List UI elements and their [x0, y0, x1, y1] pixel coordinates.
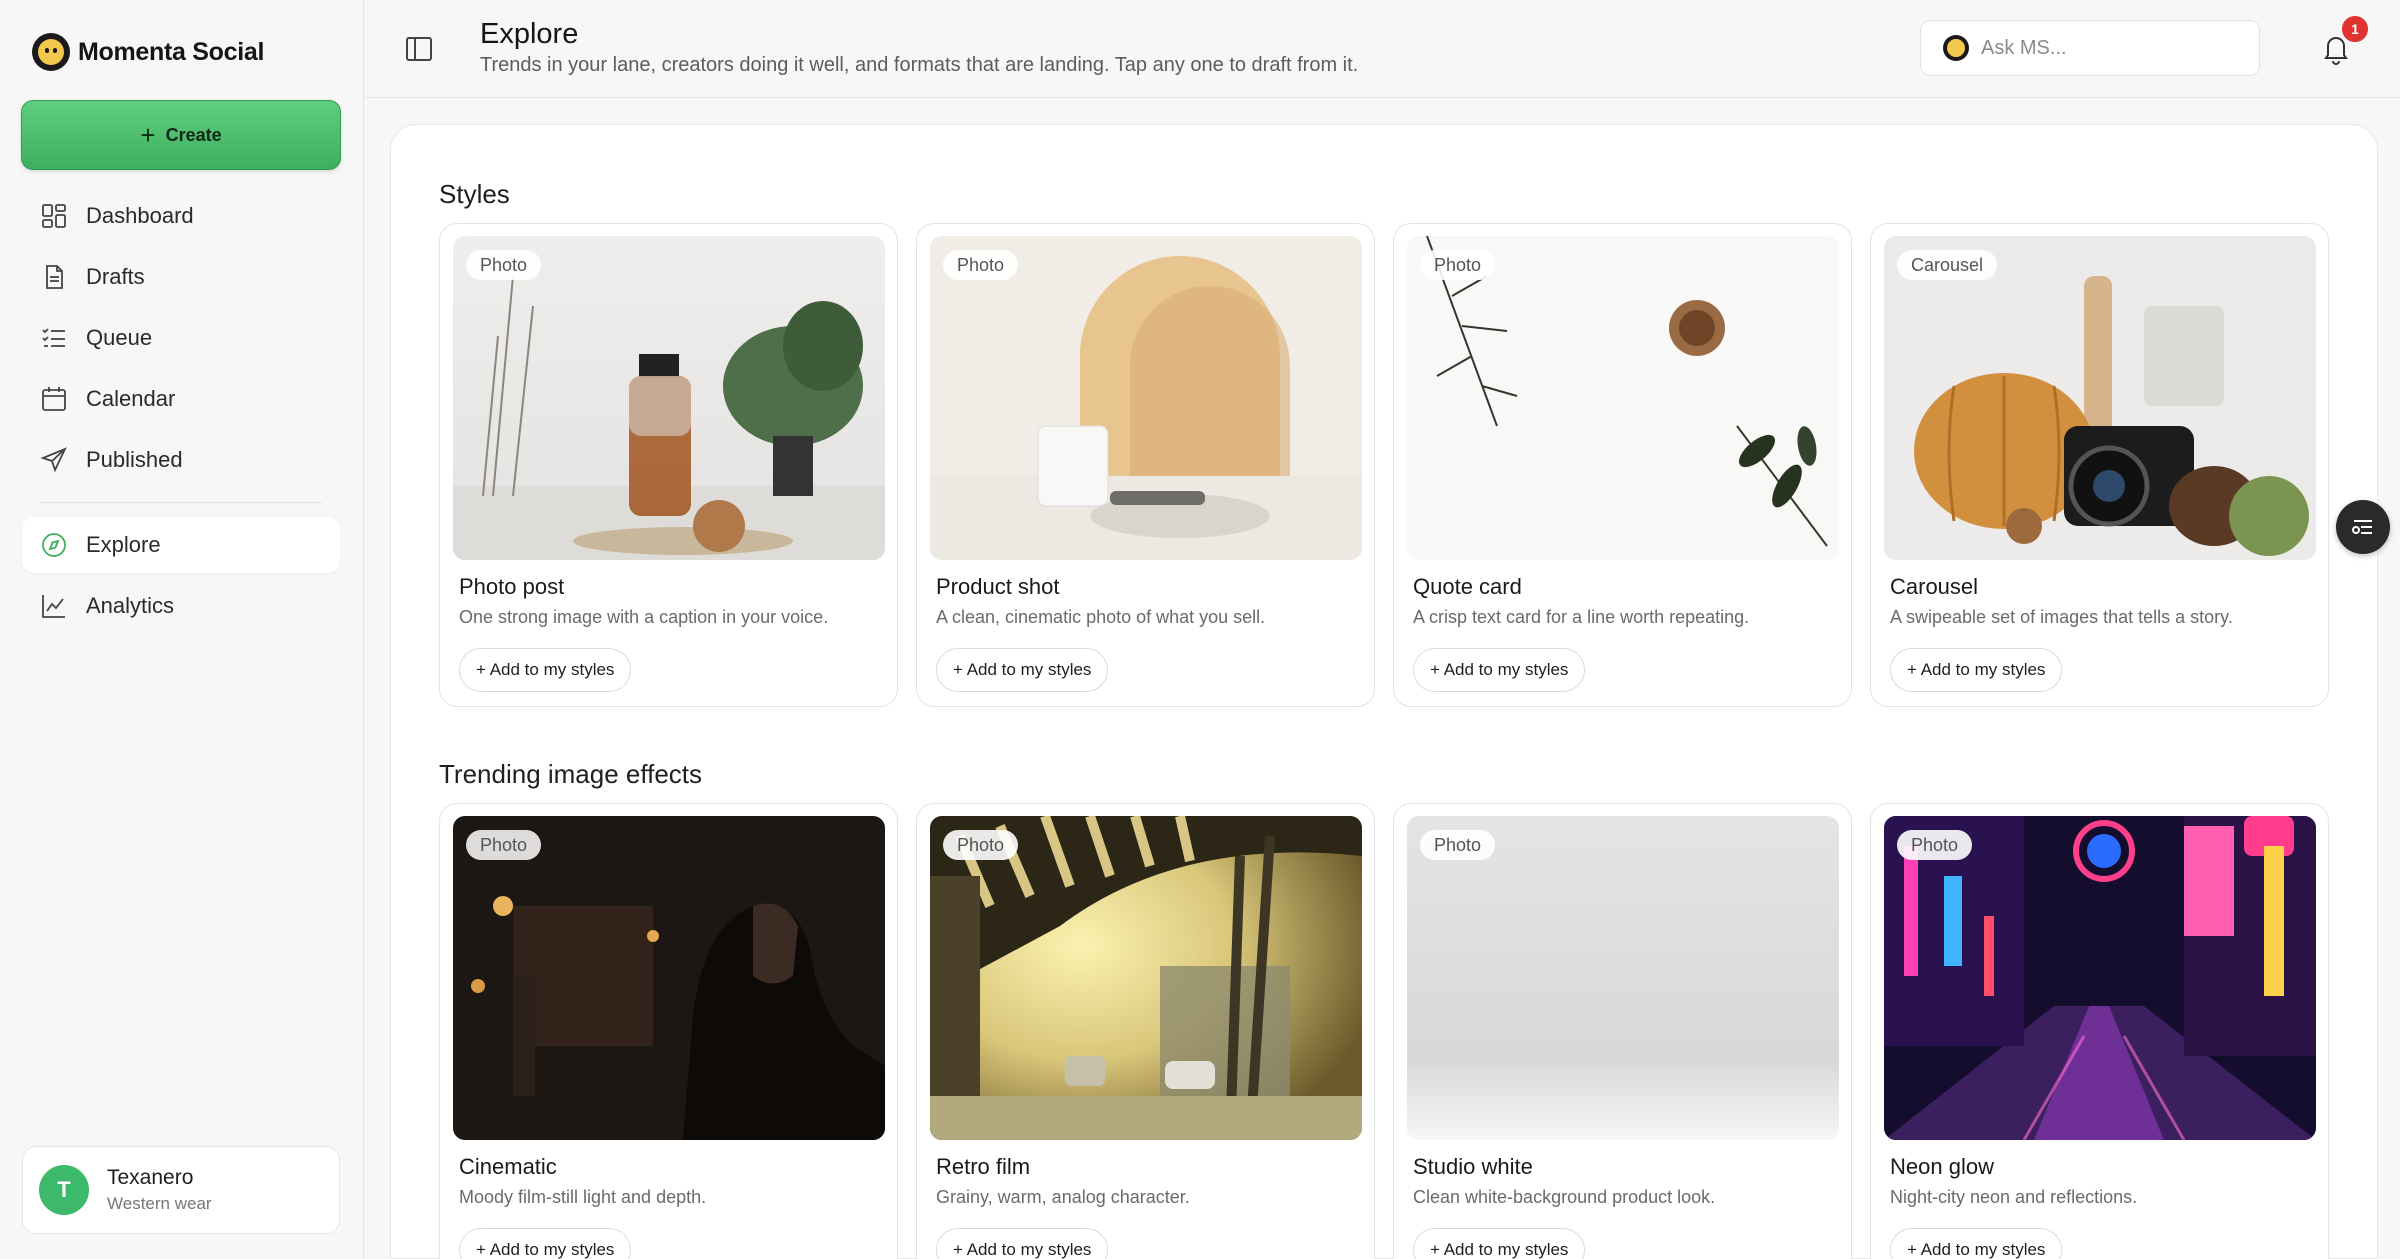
card-tag: Photo — [943, 250, 1019, 280]
brand-logo-icon — [32, 33, 70, 71]
add-to-styles-button[interactable]: + Add to my styles — [1413, 1228, 1586, 1259]
add-to-styles-button[interactable]: + Add to my styles — [459, 1228, 632, 1259]
user-subtitle: Western wear — [107, 1194, 212, 1213]
card-tag: Photo — [466, 830, 542, 860]
card-tag: Photo — [1420, 830, 1496, 860]
ask-box[interactable] — [1920, 20, 2260, 76]
card-title: Photo post — [459, 574, 565, 599]
add-to-styles-button[interactable]: + Add to my styles — [1890, 648, 2063, 692]
card-title: Retro film — [936, 1154, 1031, 1179]
card-image — [930, 236, 1362, 560]
sidebar-item-label: Dashboard — [86, 203, 194, 228]
calendar-icon — [42, 387, 66, 411]
card-description: Clean white-background product look. — [1413, 1187, 1716, 1207]
card-description: Grainy, warm, analog character. — [936, 1187, 1190, 1207]
card-tag: Photo — [1420, 250, 1496, 280]
add-to-styles-button[interactable]: + Add to my styles — [1890, 1228, 2063, 1259]
card-title: Product shot — [936, 574, 1060, 599]
card-tag: Photo — [1897, 830, 1973, 860]
card-description: A clean, cinematic photo of what you sel… — [936, 607, 1266, 627]
sidebar-toggle-icon[interactable] — [404, 34, 434, 64]
card-description: Night-city neon and reflections. — [1890, 1187, 2138, 1207]
create-button-label: Create — [165, 124, 222, 145]
style-card-carousel[interactable]: Carousel Carousel A swipeable set of ima… — [1870, 223, 2329, 707]
document-icon — [46, 265, 63, 289]
task-list-icon — [2352, 520, 2372, 534]
sidebar-item-label: Calendar — [86, 386, 176, 411]
sidebar-item-queue[interactable]: Queue — [22, 310, 340, 366]
effect-card-neon-glow[interactable]: Photo Neon glow Night-city neon and refl… — [1870, 803, 2329, 1259]
user-card[interactable]: T Texanero Western wear — [22, 1146, 340, 1234]
add-to-styles-button[interactable]: + Add to my styles — [459, 648, 632, 692]
sidebar: Momenta Social + Create Dashboard Drafts — [0, 0, 364, 1259]
card-image — [1407, 236, 1839, 560]
sidebar-item-analytics[interactable]: Analytics — [22, 578, 340, 634]
brand[interactable]: Momenta Social — [32, 32, 264, 72]
avatar: T — [39, 1165, 89, 1215]
sidebar-item-label: Published — [86, 447, 183, 472]
card-image — [453, 816, 885, 1140]
plus-icon: + — [140, 120, 156, 150]
effect-card-retro-film[interactable]: Photo Retro film Grainy, warm, analog ch… — [916, 803, 1375, 1259]
style-card-photo-post[interactable]: Photo Photo post One strong image with a… — [439, 223, 898, 707]
add-to-styles-button[interactable]: + Add to my styles — [936, 1228, 1109, 1259]
page-title: Explore — [480, 18, 579, 50]
card-title: Cinematic — [459, 1154, 557, 1179]
sidebar-item-published[interactable]: Published — [22, 432, 340, 488]
card-description: A swipeable set of images that tells a s… — [1890, 607, 2233, 627]
nav-divider — [40, 502, 322, 503]
card-description: A crisp text card for a line worth repea… — [1413, 607, 1750, 627]
ask-input[interactable] — [1981, 36, 2241, 60]
create-button[interactable]: + Create — [21, 100, 341, 170]
card-image — [1884, 236, 2316, 560]
add-to-styles-button[interactable]: + Add to my styles — [936, 648, 1109, 692]
sidebar-item-explore[interactable]: Explore — [22, 517, 340, 573]
card-image — [1884, 816, 2316, 1140]
card-description: One strong image with a caption in your … — [459, 607, 829, 627]
checklist-icon — [42, 328, 65, 347]
page-subtitle: Trends in your lane, creators doing it w… — [480, 54, 1359, 76]
user-name: Texanero — [107, 1166, 194, 1189]
card-title: Carousel — [1890, 574, 1979, 599]
card-description: Moody film-still light and depth. — [459, 1187, 707, 1207]
sidebar-item-drafts[interactable]: Drafts — [22, 249, 340, 305]
style-card-quote-card[interactable]: Photo Quote card A crisp text card for a… — [1393, 223, 1852, 707]
assistant-logo-icon — [1943, 35, 1969, 61]
sidebar-item-label: Analytics — [86, 593, 175, 618]
send-icon — [40, 447, 67, 473]
sidebar-item-calendar[interactable]: Calendar — [22, 371, 340, 427]
dashboard-icon — [42, 204, 66, 228]
section-title-trending-effects: Trending image effects — [439, 759, 703, 789]
effect-card-cinematic[interactable]: Photo Cinematic Moody film-still light a… — [439, 803, 898, 1259]
card-tag: Photo — [943, 830, 1019, 860]
notification-badge: 1 — [2340, 14, 2370, 44]
card-tag: Carousel — [1897, 250, 1998, 280]
sidebar-item-label: Queue — [86, 325, 153, 350]
line-chart-icon — [42, 595, 65, 618]
add-to-styles-button[interactable]: + Add to my styles — [1413, 648, 1586, 692]
floating-tasks-button[interactable] — [2336, 500, 2390, 554]
style-card-product-shot[interactable]: Photo Product shot A clean, cinematic ph… — [916, 223, 1375, 707]
sidebar-item-dashboard[interactable]: Dashboard — [22, 188, 340, 244]
sidebar-item-label: Drafts — [86, 264, 145, 289]
section-title-styles: Styles — [439, 179, 510, 209]
card-title: Studio white — [1413, 1154, 1533, 1179]
sidebar-nav: Dashboard Drafts Queue Calendar Publishe… — [22, 188, 340, 639]
card-title: Quote card — [1413, 574, 1522, 599]
card-tag: Photo — [466, 250, 542, 280]
effect-card-studio-white[interactable]: Photo Studio white Clean white-backgroun… — [1393, 803, 1852, 1259]
compass-icon — [42, 533, 66, 557]
explore-panel: Styles Photo Photo post One strong image… — [390, 124, 2378, 1259]
card-image — [453, 236, 885, 560]
card-image — [1407, 816, 1839, 1140]
header: Explore Trends in your lane, creators do… — [364, 0, 2400, 98]
sidebar-item-label: Explore — [86, 532, 161, 557]
card-title: Neon glow — [1890, 1154, 1994, 1179]
card-image — [930, 816, 1362, 1140]
brand-name: Momenta Social — [78, 37, 265, 66]
